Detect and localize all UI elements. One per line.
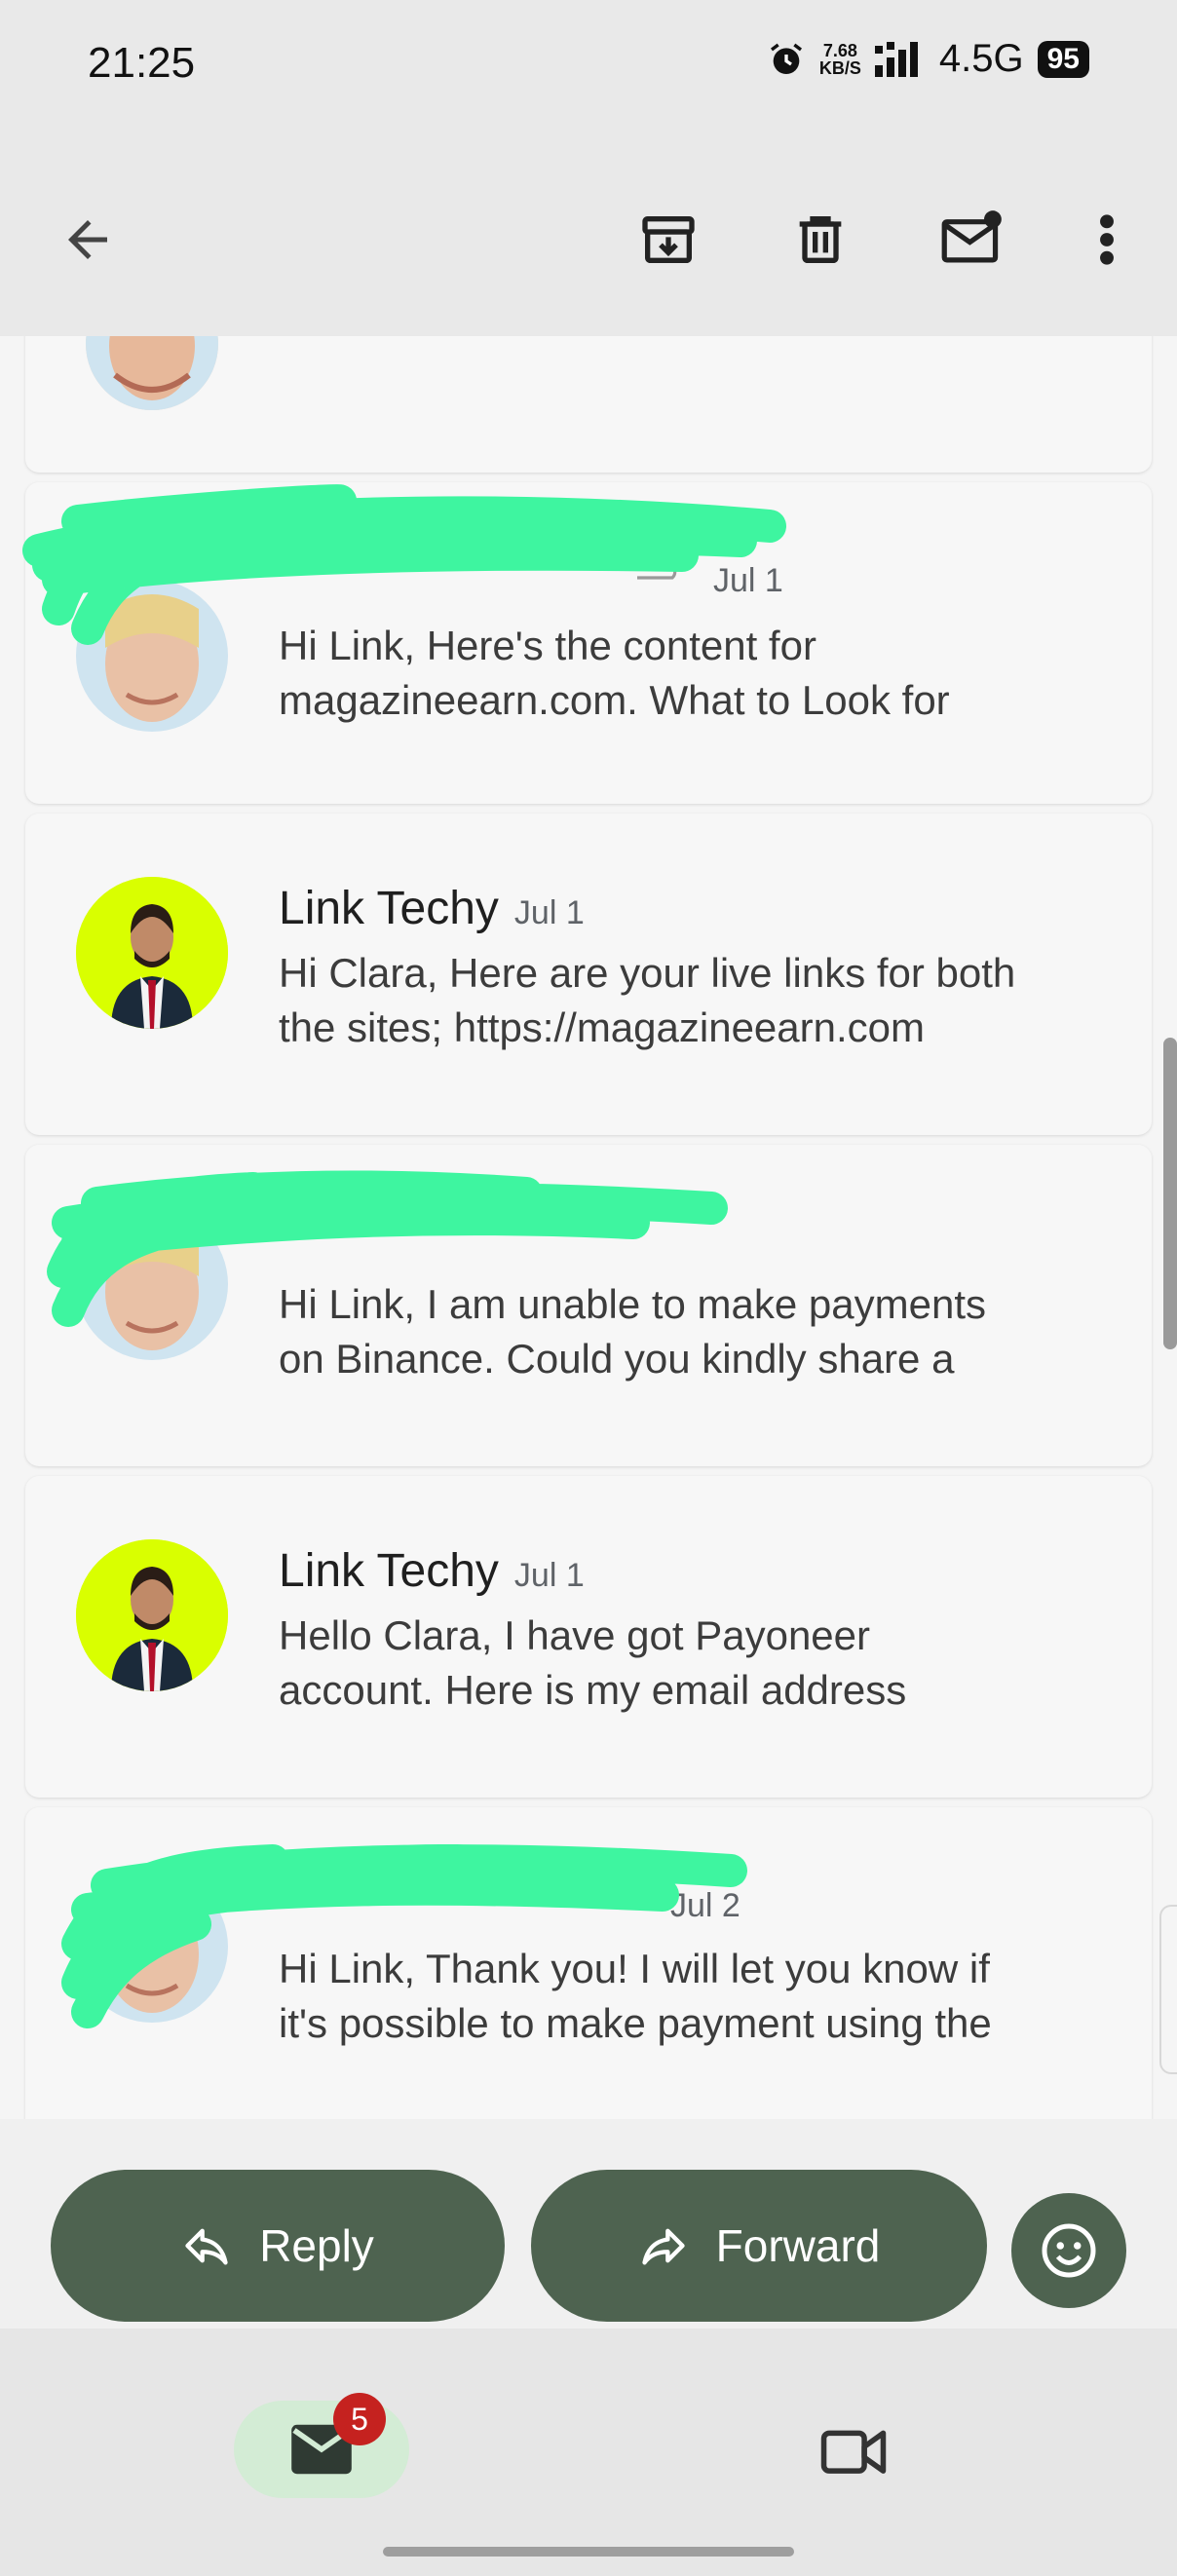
- forward-button[interactable]: Forward: [531, 2170, 987, 2322]
- back-arrow-icon[interactable]: [49, 201, 127, 279]
- message-date: Jul 1: [513, 894, 585, 931]
- scrollbar-thumb[interactable]: [1163, 1038, 1177, 1349]
- message-card[interactable]: Link Techy Jul 1 Hi Clara, Here are your …: [25, 814, 1152, 1135]
- snippet-line: Hi Link, Here's the content for: [279, 623, 816, 668]
- avatar: [76, 877, 228, 1029]
- message-snippet: Hi Link, Here's the content for magazine…: [279, 619, 1136, 728]
- attachment-icon: [637, 564, 677, 580]
- status-time: 21:25: [88, 39, 196, 87]
- reply-button[interactable]: Reply: [51, 2170, 505, 2322]
- alarm-icon: [770, 43, 802, 74]
- message-snippet: Hello Clara, I have got Payoneer account…: [279, 1609, 1136, 1718]
- snippet-line: Hi Clara, Here are your live links for b…: [279, 950, 1016, 996]
- message-card[interactable]: Jul 2 Hi Link, Thank you! I will let you…: [25, 1807, 1152, 2119]
- sender-name: Link Techy: [279, 1545, 499, 1597]
- mark-unread-icon[interactable]: [933, 201, 1011, 279]
- message-date: Jul 1: [713, 562, 783, 599]
- archive-icon[interactable]: [629, 201, 707, 279]
- status-icons: 7.68 KB/S 4.5G 95: [767, 37, 1089, 81]
- reply-icon: [185, 2228, 228, 2265]
- snippet-line: magazineearn.com. What to Look for: [279, 677, 950, 723]
- emoji-reaction-button[interactable]: [1011, 2193, 1126, 2308]
- avatar: [76, 580, 228, 732]
- more-vert-icon[interactable]: [1068, 201, 1146, 279]
- avatar: [76, 1208, 228, 1360]
- net-speed: 7.68 KB/S: [819, 42, 861, 77]
- bottom-navigation: 5: [0, 2329, 1177, 2576]
- thread-toolbar: [0, 136, 1177, 336]
- edge-panel-handle[interactable]: [1159, 1905, 1177, 2074]
- avatar: [76, 1871, 228, 2023]
- battery-level: 95: [1037, 40, 1089, 78]
- snippet-line: on Binance. Could you kindly share a: [279, 1336, 955, 1382]
- forward-icon: [641, 2228, 685, 2265]
- snippet-line: account. Here is my email address: [279, 1667, 907, 1713]
- snippet-line: Hello Clara, I have got Payoneer: [279, 1612, 871, 1658]
- message-card[interactable]: [25, 336, 1152, 473]
- net-speed-unit: KB/S: [818, 57, 861, 78]
- status-bar: 21:25 7.68 KB/S 4.5G 95: [0, 0, 1177, 136]
- message-card[interactable]: Link Techy Jul 1 Hello Clara, I have got …: [25, 1476, 1152, 1798]
- emoji-icon: [1042, 2223, 1096, 2278]
- unread-badge: 5: [333, 2393, 386, 2445]
- network-type: 4.5G: [938, 37, 1024, 80]
- reply-label: Reply: [259, 2220, 374, 2271]
- message-date: Jul 1: [513, 1557, 585, 1594]
- snippet-line: it's possible to make payment using the: [279, 2000, 992, 2046]
- net-speed-value: 7.68: [822, 40, 857, 60]
- nav-meet-tab[interactable]: [815, 2410, 892, 2488]
- message-snippet: Hi Link, I am unable to make payments on…: [279, 1277, 1136, 1386]
- message-date: Jul 2: [670, 1887, 740, 1924]
- delete-icon[interactable]: [781, 201, 859, 279]
- message-snippet: Hi Clara, Here are your live links for b…: [279, 946, 1136, 1055]
- avatar: [86, 336, 218, 410]
- reply-action-bar: Reply Forward: [0, 2119, 1177, 2329]
- signal-icon: [874, 41, 918, 77]
- snippet-line: Hi Link, I am unable to make payments: [279, 1281, 987, 1327]
- snippet-line: the sites; https://magazineearn.com: [279, 1004, 925, 1050]
- sender-line: Link Techy Jul 1: [279, 1544, 585, 1598]
- avatar: [76, 1539, 228, 1691]
- sender-name: Link Techy: [279, 883, 499, 934]
- home-indicator[interactable]: [383, 2547, 794, 2557]
- thread-list[interactable]: Jul 1 Hi Link, Here's the content for ma…: [0, 336, 1177, 2119]
- sender-line: Link Techy Jul 1: [279, 882, 585, 935]
- message-card[interactable]: Jul 1 Hi Link, Here's the content for ma…: [25, 482, 1152, 804]
- forward-label: Forward: [715, 2220, 881, 2271]
- message-card[interactable]: Hi Link, I am unable to make payments on…: [25, 1145, 1152, 1466]
- message-snippet: Hi Link, Thank you! I will let you know …: [279, 1942, 1136, 2051]
- snippet-line: Hi Link, Thank you! I will let you know …: [279, 1946, 990, 1991]
- video-camera-icon: [820, 2430, 887, 2474]
